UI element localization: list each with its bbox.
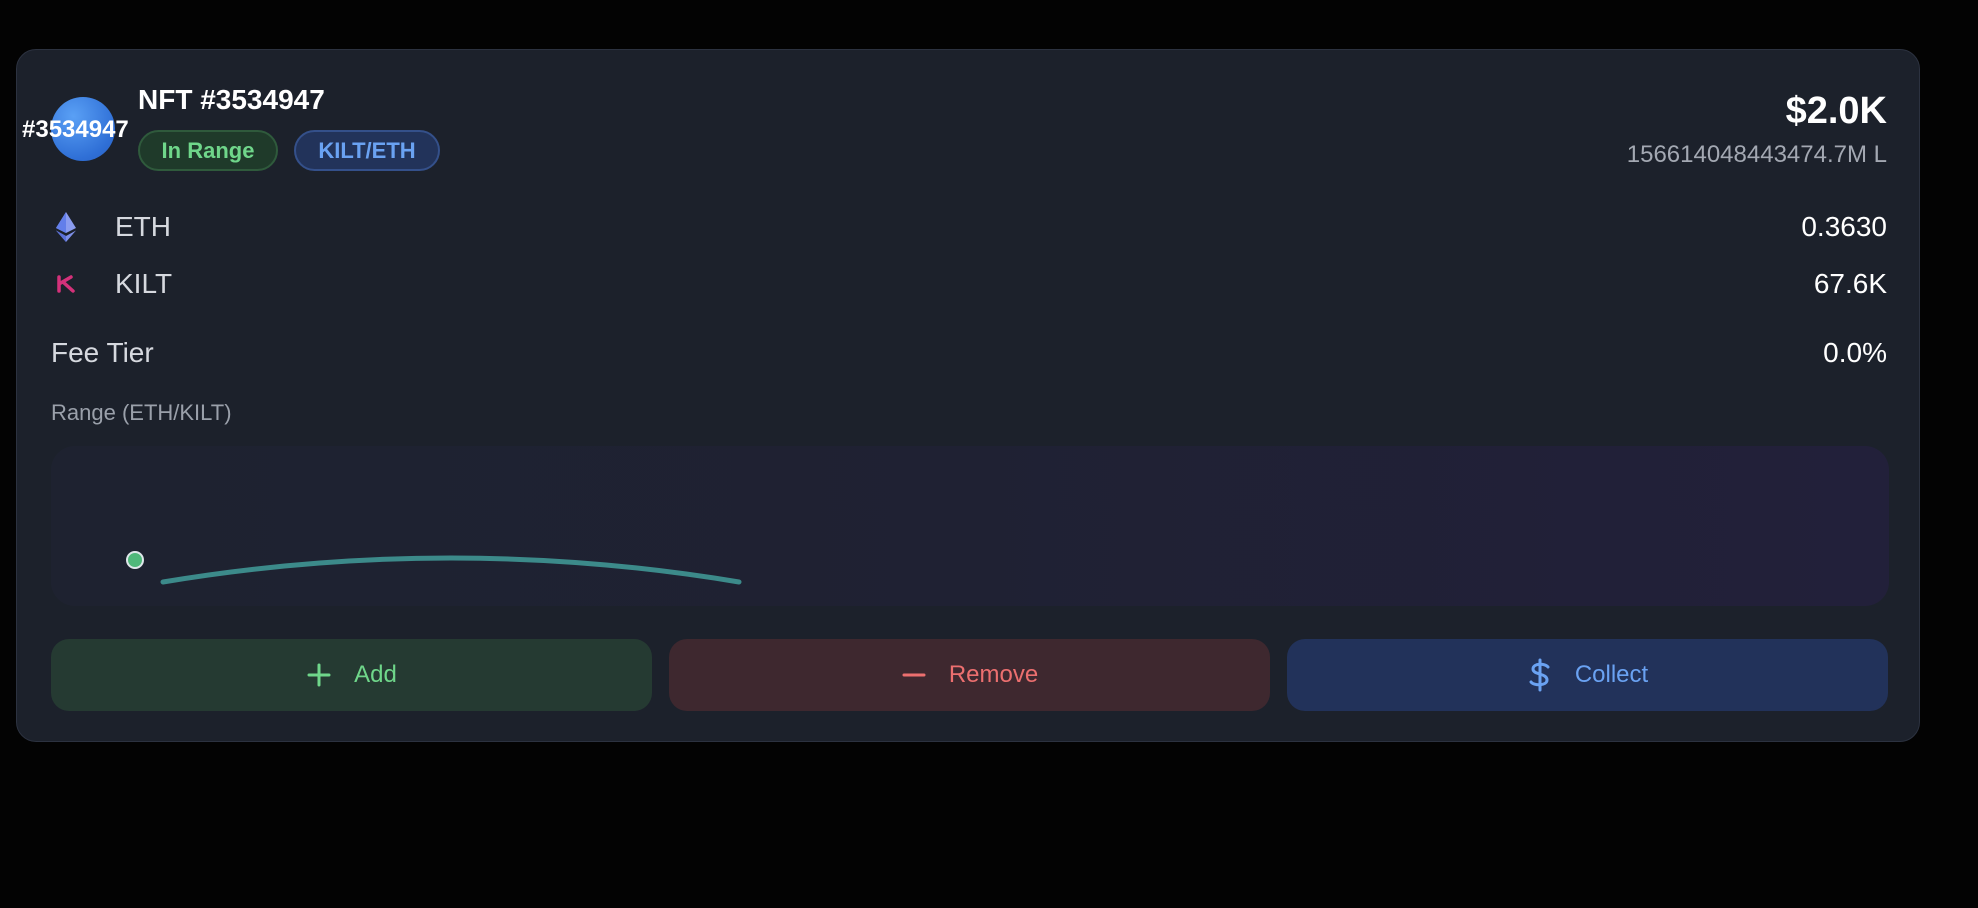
add-button[interactable]: Add	[51, 639, 652, 711]
collect-button[interactable]: Collect	[1287, 639, 1888, 711]
position-value: $2.0K	[1785, 90, 1887, 132]
token-name: KILT	[115, 268, 173, 299]
token-row-kilt: KILT 67.6K	[51, 264, 1887, 304]
dollar-icon	[1529, 658, 1550, 692]
remove-label: Remove	[948, 661, 1039, 688]
add-label: Add	[354, 661, 397, 688]
kilt-icon	[51, 268, 81, 300]
fee-tier-value: 0.0%	[1823, 337, 1887, 368]
token-row-eth: ETH 0.3630	[51, 207, 1887, 247]
avatar-label: #3534947	[22, 116, 129, 143]
range-curve	[160, 555, 742, 585]
minus-icon	[902, 673, 926, 677]
range-chart	[51, 446, 1889, 606]
current-price-marker	[126, 551, 144, 569]
remove-button[interactable]: Remove	[669, 639, 1270, 711]
fee-tier-label: Fee Tier	[51, 337, 154, 368]
ethereum-icon	[51, 211, 81, 243]
range-label: Range (ETH/KILT)	[51, 400, 232, 425]
token-name: ETH	[115, 211, 171, 242]
token-amount: 0.3630	[1801, 211, 1887, 242]
plus-icon	[307, 663, 331, 687]
position-liquidity: 156614048443474.7M L	[1626, 141, 1887, 168]
pair-badge: KILT/ETH	[294, 130, 440, 171]
token-amount: 67.6K	[1813, 268, 1887, 299]
collect-label: Collect	[1574, 661, 1649, 688]
in-range-badge: In Range	[138, 130, 278, 171]
position-title: NFT #3534947	[138, 84, 325, 115]
position-card: #3534947 NFT #3534947 In Range KILT/ETH …	[16, 49, 1920, 742]
